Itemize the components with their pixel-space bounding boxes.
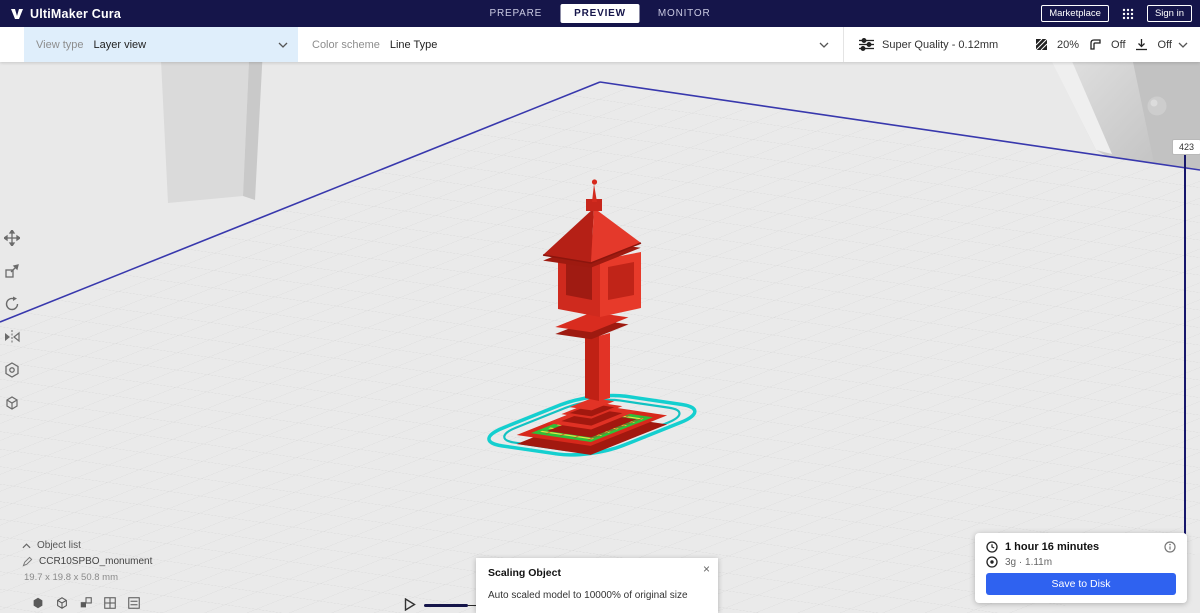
infill-setting: 20% bbox=[1057, 38, 1080, 51]
material-spool-icon bbox=[986, 556, 998, 568]
rotate-tool-icon[interactable] bbox=[2, 294, 22, 314]
layer-slider-track[interactable] bbox=[1184, 153, 1186, 543]
support-setting: Off bbox=[1111, 38, 1126, 51]
color-scheme-dropdown[interactable]: Color scheme Line Type bbox=[298, 27, 843, 62]
chevron-down-icon bbox=[278, 42, 288, 48]
chevron-down-icon bbox=[1178, 42, 1188, 48]
applications-grid-icon[interactable] bbox=[1118, 4, 1138, 24]
per-model-settings-icon[interactable] bbox=[2, 360, 22, 380]
support-blocker-icon[interactable] bbox=[2, 393, 22, 413]
pencil-icon bbox=[22, 556, 33, 567]
chevron-up-icon bbox=[22, 542, 31, 548]
tab-prepare[interactable]: PREPARE bbox=[475, 0, 556, 27]
layer-slider-handle[interactable]: 423 bbox=[1172, 139, 1200, 155]
color-scheme-value: Line Type bbox=[389, 38, 438, 51]
adhesion-setting: Off bbox=[1157, 38, 1172, 51]
app-title: UltiMaker Cura bbox=[30, 6, 122, 21]
print-summary-card: 1 hour 16 minutes 3g · 1.11m Save to Dis… bbox=[975, 533, 1187, 603]
color-scheme-label: Color scheme bbox=[312, 38, 380, 51]
view-type-value: Layer view bbox=[93, 38, 147, 51]
object-name: CCR10SPBO_monument bbox=[39, 556, 153, 567]
cube-solid-icon[interactable] bbox=[30, 595, 45, 610]
cube-list-icon[interactable] bbox=[126, 595, 141, 610]
object-list-toggle[interactable]: Object list bbox=[22, 540, 152, 551]
quality-sliders-icon bbox=[856, 35, 876, 55]
infill-icon bbox=[1031, 35, 1051, 55]
orbit-ball-icon bbox=[1147, 96, 1167, 116]
stage-tabs: PREPARE PREVIEW MONITOR bbox=[475, 0, 724, 27]
cubes-stack-icon[interactable] bbox=[78, 595, 93, 610]
layer-slider-value: 423 bbox=[1178, 142, 1195, 152]
print-time: 1 hour 16 minutes bbox=[1005, 541, 1100, 553]
adhesion-icon bbox=[1132, 35, 1152, 55]
scale-tool-icon[interactable] bbox=[2, 261, 22, 281]
info-icon[interactable] bbox=[1164, 541, 1176, 553]
play-icon[interactable] bbox=[404, 598, 416, 611]
chevron-down-icon bbox=[819, 42, 829, 48]
quality-setting: Super Quality - 0.12mm bbox=[882, 38, 999, 51]
view-type-label: View type bbox=[36, 38, 84, 51]
move-tool-icon[interactable] bbox=[2, 228, 22, 248]
mirror-tool-icon[interactable] bbox=[2, 327, 22, 347]
printer-frame-left bbox=[160, 38, 263, 203]
notification-message: Auto scaled model to 10000% of original … bbox=[488, 590, 688, 601]
material-usage: 3g · 1.11m bbox=[1005, 556, 1053, 568]
top-bar: UltiMaker Cura PREPARE PREVIEW MONITOR M… bbox=[0, 0, 1200, 27]
notification-title: Scaling Object bbox=[488, 567, 561, 579]
print-settings-panel-opener[interactable]: Super Quality - 0.12mm 20% Off Off bbox=[843, 27, 1200, 62]
ultimaker-logo-icon bbox=[11, 8, 23, 19]
object-list-label: Object list bbox=[37, 540, 81, 551]
simulation-slider-progress bbox=[424, 603, 468, 607]
viewport-3d[interactable] bbox=[0, 0, 1200, 613]
object-tools-row bbox=[30, 595, 141, 610]
sign-in-button[interactable]: Sign in bbox=[1146, 5, 1192, 22]
object-list-panel: Object list CCR10SPBO_monument 19.7 x 19… bbox=[22, 540, 152, 583]
marketplace-button[interactable]: Marketplace bbox=[1041, 5, 1109, 22]
tab-monitor[interactable]: MONITOR bbox=[644, 0, 725, 27]
clock-icon bbox=[986, 541, 998, 553]
settings-bar: View type Layer view Color scheme Line T… bbox=[0, 27, 1200, 62]
view-type-dropdown[interactable]: View type Layer view bbox=[24, 27, 298, 62]
cube-outline-icon[interactable] bbox=[54, 595, 69, 610]
cube-grid-icon[interactable] bbox=[102, 595, 117, 610]
tool-column bbox=[2, 228, 22, 413]
save-to-disk-button[interactable]: Save to Disk bbox=[986, 573, 1176, 595]
close-icon[interactable]: × bbox=[703, 563, 710, 575]
app-logo: UltiMaker Cura bbox=[0, 7, 121, 21]
object-list-item[interactable]: CCR10SPBO_monument bbox=[22, 556, 152, 567]
object-dimensions: 19.7 x 19.8 x 50.8 mm bbox=[24, 572, 118, 583]
support-icon bbox=[1085, 35, 1105, 55]
tab-preview[interactable]: PREVIEW bbox=[560, 4, 640, 23]
scaling-notification: Scaling Object × Auto scaled model to 10… bbox=[476, 558, 718, 613]
